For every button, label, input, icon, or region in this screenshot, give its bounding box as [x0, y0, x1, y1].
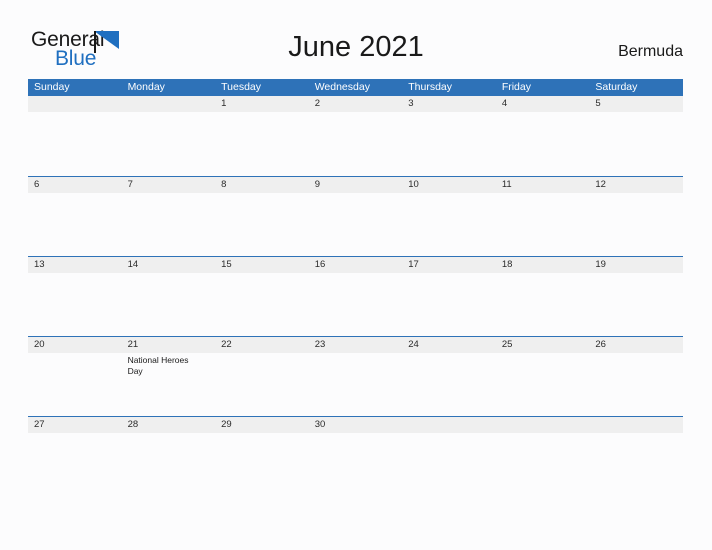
day-number: 23 [308, 337, 403, 353]
calendar-week-row: 13 14 15 16 17 18 19 [28, 256, 683, 336]
calendar-day-cell[interactable]: 23 [308, 337, 403, 416]
calendar-day-cell[interactable]: 25 [495, 337, 590, 416]
calendar-day-cell[interactable]: 11 [495, 177, 590, 256]
day-number: 4 [495, 96, 590, 112]
region-label: Bermuda [618, 43, 683, 60]
calendar-day-cell[interactable]: 30 [308, 417, 403, 437]
calendar-day-cell[interactable]: 5 [589, 96, 683, 176]
calendar-day-cell[interactable]: 4 [495, 96, 590, 176]
day-number: 6 [28, 177, 122, 193]
day-event-list: National Heroes Day [122, 353, 216, 376]
calendar-week-row: 20 21 National Heroes Day 22 23 24 25 26 [28, 336, 683, 416]
day-number: 18 [495, 257, 590, 273]
calendar-day-cell[interactable]: 16 [308, 257, 403, 336]
calendar-day-cell[interactable]: 18 [495, 257, 590, 336]
day-number: 21 [121, 337, 216, 353]
day-number [495, 417, 590, 433]
day-number: 29 [215, 417, 309, 433]
day-number: 9 [308, 177, 403, 193]
day-number: 20 [28, 337, 122, 353]
calendar-week-row: 6 7 8 9 10 11 12 [28, 176, 683, 256]
page-title: June 2021 [288, 31, 424, 63]
calendar-day-cell[interactable]: 15 [215, 257, 309, 336]
day-number: 1 [215, 96, 309, 112]
calendar-day-cell[interactable]: 27 [28, 417, 122, 437]
day-number: 5 [589, 96, 683, 112]
day-number: 13 [28, 257, 122, 273]
calendar-day-cell[interactable]: 12 [589, 177, 683, 256]
day-number: 17 [402, 257, 496, 273]
day-number: 14 [121, 257, 216, 273]
calendar-day-cell[interactable]: 2 [308, 96, 403, 176]
day-number: 11 [495, 177, 590, 193]
day-number: 16 [308, 257, 403, 273]
day-number: 10 [402, 177, 496, 193]
day-number [402, 417, 496, 433]
calendar-day-cell[interactable]: 7 [121, 177, 216, 256]
calendar-day-cell[interactable]: 8 [215, 177, 309, 256]
calendar-day-cell[interactable]: 29 [215, 417, 309, 437]
day-number: 26 [589, 337, 683, 353]
weekday-header-monday: Monday [127, 81, 165, 93]
weekday-header-sunday: Sunday [34, 81, 70, 93]
day-number: 25 [495, 337, 590, 353]
day-event-text: National Heroes [127, 355, 189, 365]
day-number: 8 [215, 177, 309, 193]
weekday-header-row: Sunday Monday Tuesday Wednesday Thursday… [28, 79, 683, 96]
calendar-week-row: 27 28 29 30 [28, 416, 683, 437]
calendar-week-row: 12345 [28, 96, 683, 176]
calendar-day-cell[interactable]: 6 [28, 177, 122, 256]
calendar-weeks: 1 2 3 4 5 6 7 8 9 10 11 12 13 14 15 16 17 18 19 20 21 Nationa… [28, 96, 683, 437]
calendar-day-cell[interactable]: 21 National Heroes Day [121, 337, 216, 416]
calendar-grid: Sunday Monday Tuesday Wednesday Thursday… [28, 79, 683, 437]
weekday-header-thursday: Thursday [408, 81, 453, 93]
calendar-day-cell[interactable]: 9 [308, 177, 403, 256]
day-number: 15 [215, 257, 309, 273]
day-number [28, 96, 122, 112]
calendar-empty-cell [495, 417, 590, 437]
calendar-day-cell[interactable]: 28 [121, 417, 216, 437]
page-header: General Blue June 2021 Bermuda [0, 0, 712, 80]
day-number: 2 [308, 96, 403, 112]
day-number [121, 96, 216, 112]
calendar-day-cell[interactable]: 10 [402, 177, 496, 256]
day-number: 19 [589, 257, 683, 273]
day-number: 22 [215, 337, 309, 353]
calendar-empty-cell [28, 96, 122, 176]
day-number: 30 [308, 417, 403, 433]
calendar-day-cell[interactable]: 20 [28, 337, 122, 416]
day-number: 3 [402, 96, 496, 112]
calendar-day-cell[interactable]: 17 [402, 257, 496, 336]
weekday-header-tuesday: Tuesday [221, 81, 262, 93]
calendar-day-cell[interactable]: 22 [215, 337, 309, 416]
weekday-header-friday: Friday [501, 81, 531, 93]
day-number: 28 [121, 417, 216, 433]
calendar-day-cell[interactable]: 19 [589, 257, 683, 336]
calendar-empty-cell [121, 96, 216, 176]
day-number: 27 [28, 417, 122, 433]
day-number [589, 417, 683, 433]
day-number: 24 [402, 337, 496, 353]
day-event-text: Day [127, 365, 143, 376]
calendar-day-cell[interactable]: 24 [402, 337, 496, 416]
calendar-empty-cell [589, 417, 683, 437]
day-number: 12 [589, 177, 683, 193]
weekday-header-wednesday: Wednesday [314, 81, 370, 93]
calendar-day-cell[interactable]: 14 [121, 257, 216, 336]
day-number: 7 [121, 177, 216, 193]
weekday-header-saturday: Saturday [595, 81, 638, 93]
calendar-day-cell[interactable]: 26 [589, 337, 683, 416]
calendar-day-cell[interactable]: 3 [402, 96, 496, 176]
calendar-day-cell[interactable]: 1 [215, 96, 309, 176]
calendar-day-cell[interactable]: 13 [28, 257, 122, 336]
calendar-empty-cell [402, 417, 496, 437]
